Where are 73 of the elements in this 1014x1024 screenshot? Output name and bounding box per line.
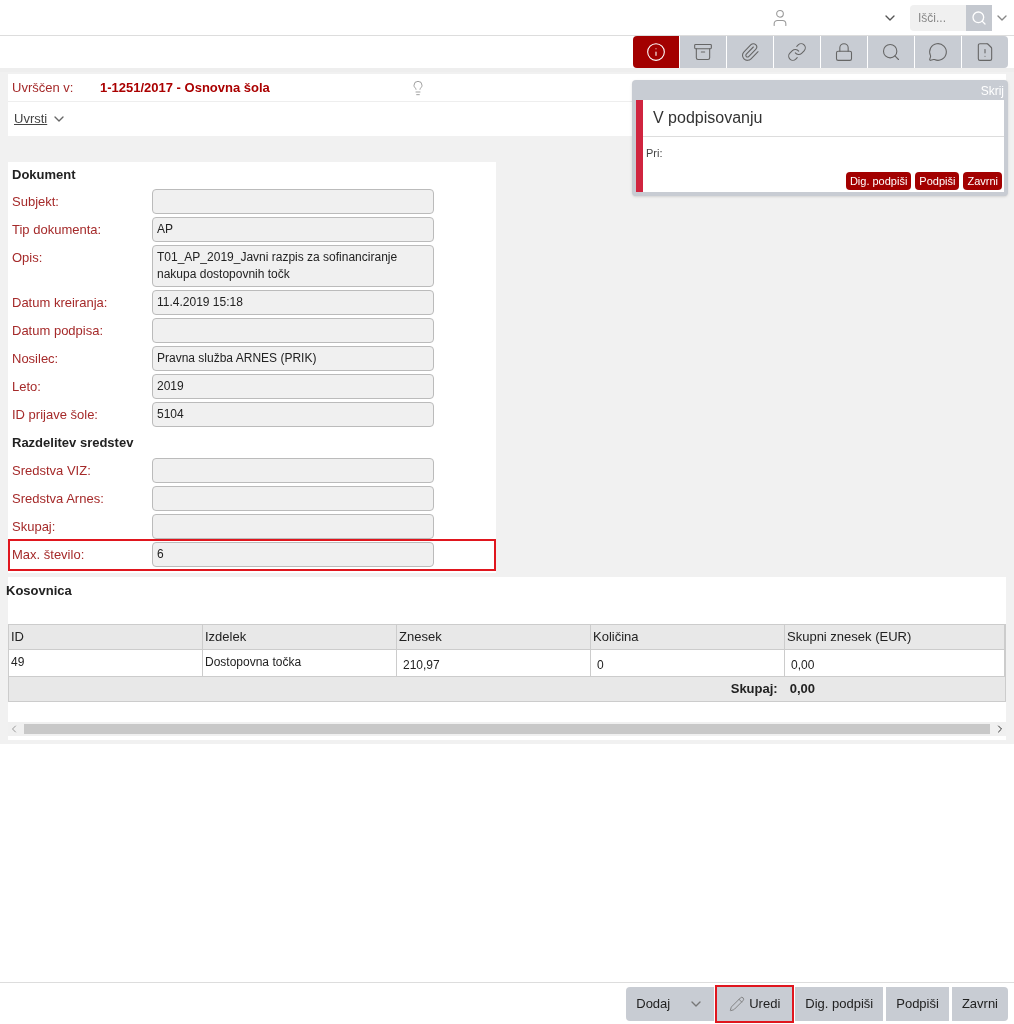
field-label: Sredstva VIZ: xyxy=(12,462,92,480)
paperclip-icon xyxy=(740,42,760,62)
text-field[interactable]: 5104 xyxy=(152,402,434,427)
field-label: Subjekt: xyxy=(12,193,60,211)
field-label: Max. število: xyxy=(12,546,86,564)
classify-link[interactable]: Uvrsti xyxy=(14,109,48,129)
table-cell: 49 xyxy=(9,649,203,676)
field-label: Tip dokumenta: xyxy=(12,221,103,239)
table-cell: Dostopovna točka xyxy=(203,649,397,676)
status-action-button[interactable]: Podpiši xyxy=(915,171,960,190)
text-field[interactable]: 2019 xyxy=(152,374,434,399)
column-header: Znesek xyxy=(397,625,591,649)
column-header: ID xyxy=(9,625,203,649)
info-icon xyxy=(646,42,666,62)
field-label: Datum kreiranja: xyxy=(12,294,109,312)
total-value: 0,00 xyxy=(789,679,815,698)
column-header: Izdelek xyxy=(203,625,397,649)
search-field[interactable]: Išči... xyxy=(910,4,966,31)
table-cell: 0 xyxy=(591,649,785,676)
text-field[interactable] xyxy=(152,458,434,483)
status-title: V podpisovanju xyxy=(643,100,1004,137)
text-field[interactable] xyxy=(152,486,434,511)
text-field[interactable]: AP xyxy=(152,217,434,242)
column-header: Skupni znesek (EUR) xyxy=(785,625,1005,649)
toolbar-tab[interactable] xyxy=(962,36,1008,68)
field-label: ID prijave šole: xyxy=(12,406,99,424)
toolbar-tab[interactable] xyxy=(727,36,773,68)
section-title: Razdelitev sredstev xyxy=(12,433,135,452)
search-icon xyxy=(881,42,901,62)
action-button[interactable]: Podpiši xyxy=(886,986,949,1021)
classification-value[interactable]: 1-1251/2017 - Osnovna šola xyxy=(100,77,270,98)
text-field[interactable]: 6 xyxy=(152,542,434,567)
document-alert-icon xyxy=(975,42,995,62)
pencil-icon xyxy=(729,995,746,1012)
text-field[interactable]: T01_AP_2019_Javni razpis za sofinanciranje nakupa dostopovnih točk xyxy=(152,245,434,287)
total-label: Skupaj: xyxy=(730,679,778,698)
column-header: Količina xyxy=(591,625,785,649)
toolbar-tab[interactable] xyxy=(680,36,726,68)
scrollbar-thumb[interactable] xyxy=(24,723,990,734)
field-label: Datum podpisa: xyxy=(12,322,105,340)
text-field[interactable]: Pravna služba ARNES (PRIK) xyxy=(152,346,434,371)
field-label: Nosilec: xyxy=(12,350,60,368)
table-cell: 0,00 xyxy=(785,649,1005,676)
status-note: Pri: xyxy=(645,146,664,161)
status-action-button[interactable]: Dig. podpiši xyxy=(845,171,912,190)
padlock-icon xyxy=(834,42,854,62)
search-button[interactable] xyxy=(966,4,992,31)
action-button[interactable]: Dig. podpiši xyxy=(795,986,884,1021)
section-title: Dokument xyxy=(12,166,77,184)
classification-label: Uvrščen v: xyxy=(12,78,75,97)
field-label: Opis: xyxy=(12,249,44,267)
section-title: Kosovnica xyxy=(6,581,73,600)
text-field[interactable] xyxy=(152,189,434,214)
field-label: Skupaj: xyxy=(12,518,57,536)
action-button[interactable]: Zavrni xyxy=(951,986,1008,1021)
edit-button[interactable]: Uredi xyxy=(717,986,793,1021)
text-field[interactable] xyxy=(152,318,434,343)
text-field[interactable] xyxy=(152,514,434,539)
speech-bubble-icon xyxy=(928,42,948,62)
field-label: Leto: xyxy=(12,378,42,396)
toolbar-tab[interactable] xyxy=(915,36,961,68)
table-cell: 210,97 xyxy=(397,649,591,676)
search-icon[interactable] xyxy=(971,9,987,26)
chain-link-icon xyxy=(787,42,807,62)
archive-box-icon xyxy=(693,42,713,62)
toolbar-tab[interactable] xyxy=(774,36,820,68)
add-dropdown-button[interactable]: Dodaj xyxy=(626,986,715,1021)
toolbar-tab[interactable] xyxy=(821,36,867,68)
toolbar-tab[interactable] xyxy=(868,36,914,68)
text-field[interactable]: 11.4.2019 15:18 xyxy=(152,290,434,315)
toolbar-tab[interactable] xyxy=(633,36,679,68)
status-action-button[interactable]: Zavrni xyxy=(963,171,1002,190)
field-label: Sredstva Arnes: xyxy=(12,490,105,508)
